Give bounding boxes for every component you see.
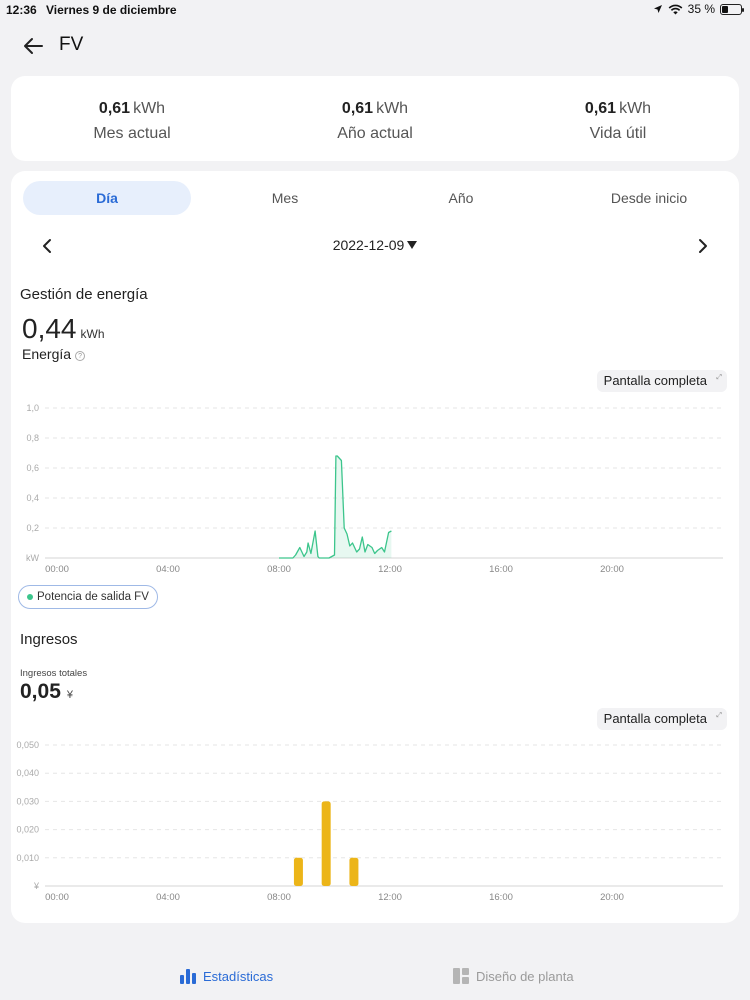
- energy-total: 0,44 kWh: [22, 313, 105, 345]
- nav-statistics[interactable]: Estadísticas: [179, 967, 273, 985]
- energy-label: Energía?: [22, 346, 86, 362]
- energy-y-tick-label: 1,0: [26, 403, 39, 413]
- bar-chart-icon: [180, 969, 196, 984]
- statistics-card: Día Mes Año Desde inicio 2022-12-09 Gest…: [11, 171, 739, 923]
- nav-plant-layout[interactable]: Diseño de planta: [452, 967, 574, 985]
- energy-total-unit: kWh: [80, 327, 105, 341]
- x-tick-label: 16:00: [489, 892, 513, 903]
- battery-percent: 35 %: [687, 2, 715, 16]
- x-tick-label: 20:00: [600, 892, 624, 903]
- summary-month-label: Mes actual: [93, 125, 171, 142]
- summary-card: 0,61 kWh Mes actual 0,61 kWh Año actual 0,…: [11, 76, 739, 161]
- income-y-tick-label: 0,020: [16, 825, 39, 835]
- x-tick-label: 08:00: [267, 892, 291, 903]
- summary-lifetime-value: 0,61: [584, 100, 617, 117]
- income-total-label: Ingresos totales: [20, 668, 88, 679]
- chevron-left-icon[interactable]: [37, 235, 59, 257]
- top-bar: FV: [0, 24, 750, 68]
- location-icon: [653, 5, 662, 13]
- energy-y-tick-label: 0,4: [26, 493, 39, 503]
- x-tick-label: 04:00: [156, 892, 180, 903]
- tab-day[interactable]: Día: [23, 181, 191, 215]
- page-title: FV: [59, 34, 84, 55]
- income-bar: [293, 857, 303, 886]
- income-y-tick-label: 0,050: [16, 740, 39, 750]
- x-tick-label: 00:00: [45, 892, 69, 903]
- status-indicators: 35 %: [653, 2, 744, 16]
- selected-date: 2022-12-09: [332, 237, 405, 253]
- summary-lifetime: 0,61 kWh Vida útil: [518, 100, 718, 143]
- income-total-unit: ¥: [66, 689, 73, 701]
- x-tick-label: 04:00: [156, 564, 180, 575]
- summary-lifetime-label: Vida útil: [589, 125, 647, 142]
- pv-output-line: [279, 455, 392, 559]
- energy-fullscreen-button[interactable]: Pantalla completa ⤢: [596, 370, 727, 392]
- income-total-value: 0,05: [20, 680, 61, 703]
- summary-year-value: 0,61: [341, 100, 374, 117]
- energy-power-chart: 1,0 0,8 0,6 0,4 0,2 kW 00:00 04:00 08:00 12:00 16:…: [26, 403, 723, 575]
- bottom-nav: Estadísticas Diseño de planta: [0, 955, 750, 1000]
- energy-section-title: Gestión de energía: [20, 286, 148, 303]
- tab-year[interactable]: Año: [389, 181, 533, 215]
- status-bar: 12:36 Viernes 9 de diciembre 35 %: [0, 0, 750, 20]
- income-bar-chart: 0,050 0,040 0,030 0,020 0,010 ¥00:00 04:00 08:0…: [16, 740, 723, 903]
- energy-y-tick-label: 0,2: [26, 523, 39, 533]
- help-icon[interactable]: ?: [75, 351, 86, 361]
- x-tick-label: 08:00: [267, 564, 291, 575]
- legend-pv-output[interactable]: Potencia de salida FV: [18, 585, 158, 609]
- income-bar: [349, 857, 359, 886]
- x-tick-label: 20:00: [600, 564, 624, 575]
- summary-lifetime-unit: kWh: [619, 100, 652, 117]
- income-fullscreen-button[interactable]: Pantalla completa ⤢: [596, 708, 727, 730]
- date-picker[interactable]: 2022-12-09: [11, 237, 739, 253]
- expand-icon: ⤢: [716, 712, 722, 719]
- chevron-right-icon[interactable]: [691, 235, 713, 257]
- energy-y-tick-label: kW: [26, 553, 40, 563]
- summary-year-unit: kWh: [376, 100, 409, 117]
- layout-icon: [453, 968, 469, 984]
- tab-month[interactable]: Mes: [213, 181, 357, 215]
- status-date: Viernes 9 de diciembre: [46, 3, 177, 17]
- date-navigator: 2022-12-09: [11, 229, 739, 263]
- income-y-tick-label: 0,010: [16, 853, 39, 863]
- energy-y-tick-label: 0,6: [26, 463, 39, 473]
- summary-month-unit: kWh: [133, 100, 166, 117]
- income-y-tick-label: 0,040: [16, 768, 39, 778]
- income-total: 0,05 ¥: [20, 680, 73, 704]
- back-arrow-icon[interactable]: [20, 32, 48, 60]
- expand-icon: ⤢: [716, 374, 722, 381]
- income-bar: [321, 801, 331, 886]
- summary-year: 0,61 kWh Año actual: [275, 100, 475, 143]
- summary-year-label: Año actual: [337, 125, 413, 142]
- status-time: 12:36: [6, 3, 37, 17]
- income-y-tick-label: 0,030: [16, 796, 39, 806]
- caret-down-icon: [407, 241, 418, 249]
- x-tick-label: 12:00: [378, 564, 402, 575]
- x-tick-label: 00:00: [45, 564, 69, 575]
- energy-total-value: 0,44: [22, 313, 77, 344]
- legend-dot: [27, 594, 33, 600]
- tab-since-start[interactable]: Desde inicio: [565, 181, 733, 215]
- summary-month-value: 0,61: [98, 100, 131, 117]
- x-tick-label: 12:00: [378, 892, 402, 903]
- summary-month: 0,61 kWh Mes actual: [32, 100, 232, 143]
- x-tick-label: 16:00: [489, 564, 513, 575]
- income-section-title: Ingresos: [20, 631, 78, 648]
- wifi-icon: [668, 4, 683, 14]
- battery-icon: [720, 3, 744, 15]
- period-tabs: Día Mes Año Desde inicio: [23, 181, 727, 215]
- income-y-tick-label: ¥: [33, 881, 40, 891]
- energy-y-tick-label: 0,8: [26, 433, 39, 443]
